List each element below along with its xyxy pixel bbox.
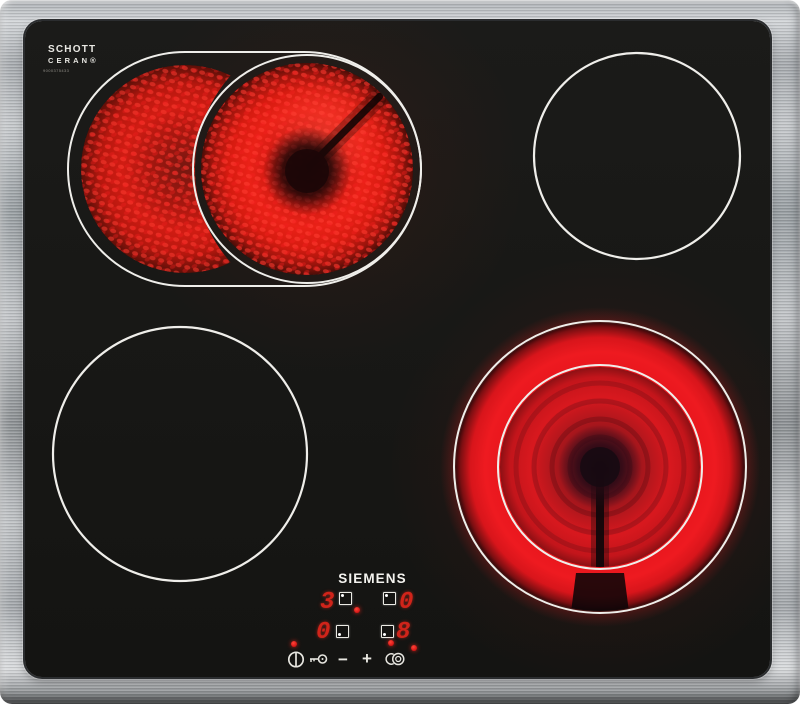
glass-surface: SCHOTT CERAN® 9000375433 SIEMENS 3 0 0 8 [25, 21, 770, 677]
zone-position-dot-icon [385, 594, 389, 598]
dual-zone-led [388, 640, 394, 646]
active-zone-led [354, 607, 360, 613]
schott-text: SCHOTT [48, 44, 97, 55]
power-button[interactable] [284, 648, 308, 670]
plus-button[interactable]: + [355, 647, 379, 669]
power-level-digit: 0 [316, 619, 331, 646]
power-icon [287, 651, 305, 668]
power-led [291, 641, 297, 647]
zone-front-left [51, 325, 309, 583]
cooktop-frame: SCHOTT CERAN® 9000375433 SIEMENS 3 0 0 8 [0, 0, 800, 704]
ceran-text: CERAN® [48, 56, 99, 65]
power-level-digit: 8 [396, 619, 411, 646]
minus-icon: − [338, 649, 348, 669]
zone-indicator-square [383, 592, 396, 605]
zone-indicator-square [339, 592, 352, 605]
dual-zone-icon [385, 652, 405, 666]
zone-position-dot-icon [383, 632, 387, 636]
power-level-digit: 3 [320, 589, 335, 616]
zone-position-dot-icon [338, 632, 342, 636]
zone-rear-right [532, 51, 742, 261]
model-code-text: 9000375433 [43, 67, 70, 73]
brand-logo: SIEMENS [338, 571, 407, 586]
zone-indicator-square [336, 625, 349, 638]
zone-rear-left [67, 51, 422, 287]
active-zone-led [411, 645, 417, 651]
dual-zone-button[interactable] [383, 648, 407, 670]
zone-indicator-square [381, 625, 394, 638]
minus-button[interactable]: − [331, 648, 355, 670]
key-icon [310, 654, 328, 664]
plus-icon: + [362, 648, 372, 668]
child-lock-button[interactable] [306, 648, 330, 670]
power-level-digit: 0 [399, 589, 414, 616]
main-coil-glow [201, 63, 413, 275]
schott-ceran-logo: SCHOTT CERAN® 9000375433 [43, 44, 99, 73]
zone-position-dot-icon [341, 594, 345, 598]
zone-front-right [440, 307, 760, 627]
